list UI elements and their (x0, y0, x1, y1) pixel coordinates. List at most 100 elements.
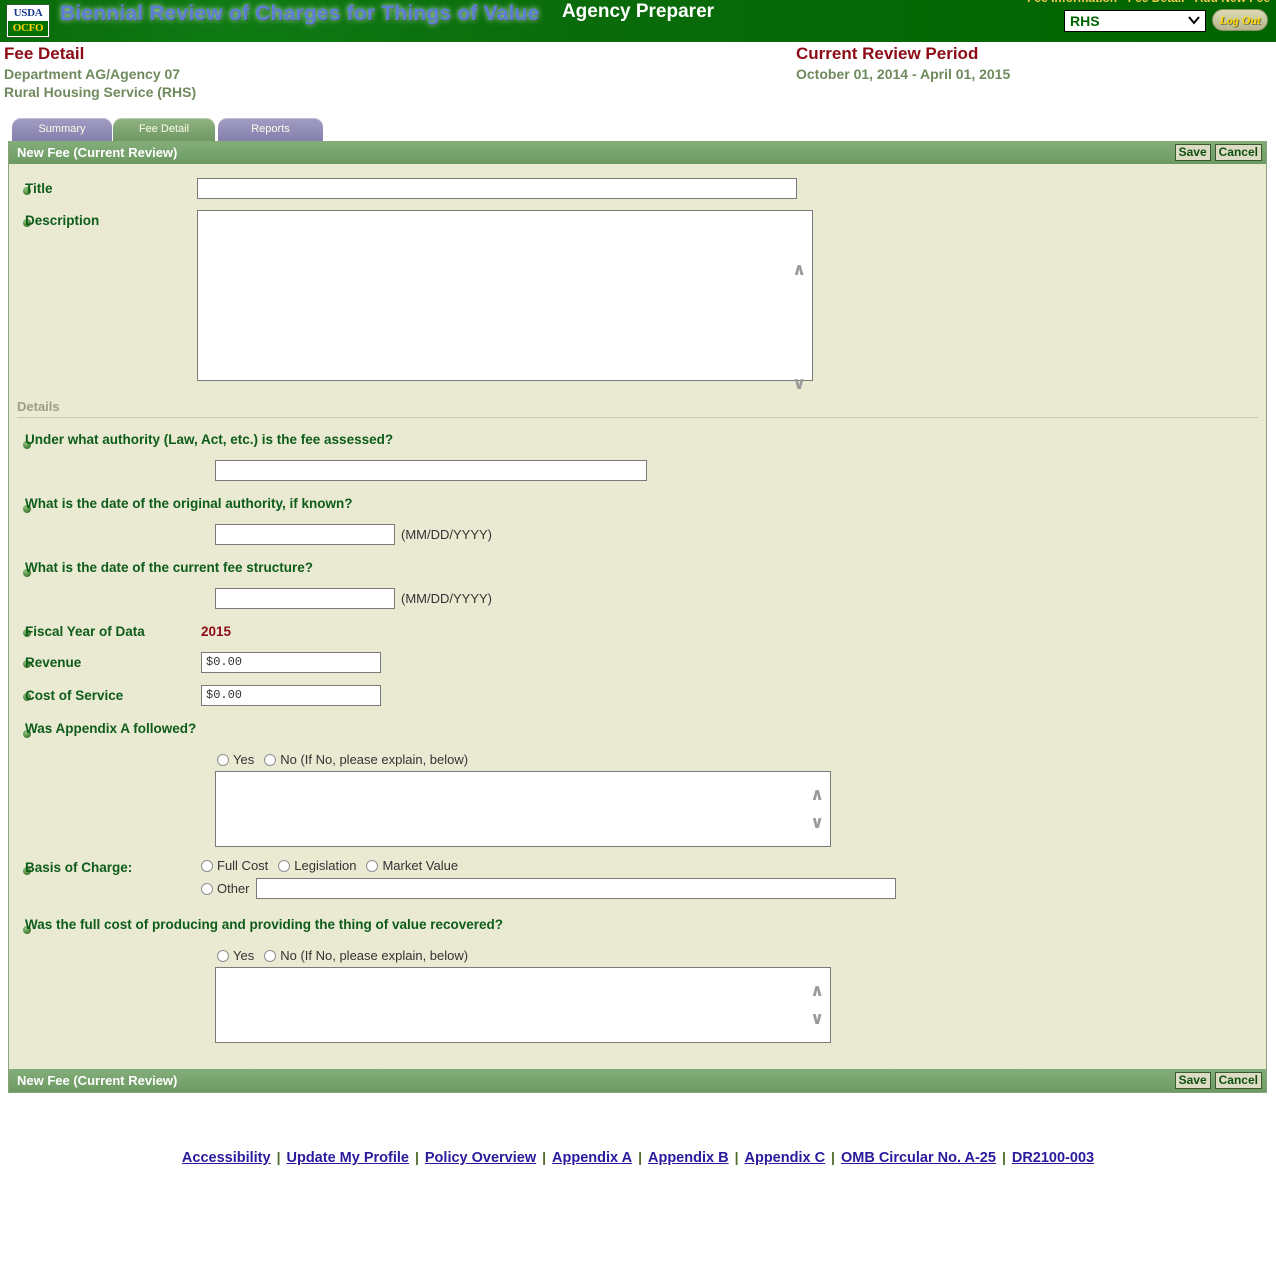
bullet-cell (9, 624, 31, 639)
appendix-a-yes-radio[interactable] (217, 754, 229, 766)
tab-fee-detail[interactable]: Fee Detail (113, 118, 215, 141)
field-row-authority: Under what authority (Law, Act, etc.) is… (9, 432, 1266, 451)
current-date-input[interactable] (215, 588, 395, 609)
page-subtitle-agency: Rural Housing Service (RHS) (4, 84, 197, 100)
field-row-appendix-a: Was Appendix A followed? (9, 721, 1266, 740)
panel-footer-actions: Save Cancel (1174, 1072, 1262, 1089)
basis-other-radio[interactable] (201, 882, 213, 895)
footer-link-omb-circular[interactable]: OMB Circular No. A-25 (841, 1150, 996, 1166)
panel-title: New Fee (Current Review) (17, 145, 178, 160)
cost-of-service-label: Cost of Service (25, 688, 124, 703)
bullet-cell (9, 721, 31, 740)
current-date-input-wrap: (MM/DD/YYYY) (215, 588, 1266, 609)
panel-footer-bar: New Fee (Current Review) Save Cancel (9, 1069, 1266, 1092)
field-row-fiscal-year: Fiscal Year of Data 2015 (9, 624, 1266, 639)
cost-of-service-input[interactable]: $0.00 (201, 685, 381, 706)
revenue-input[interactable]: $0.00 (201, 652, 381, 673)
bullet-cell (9, 917, 31, 936)
footer-separator: | (734, 1149, 739, 1165)
chevron-down-icon (1188, 14, 1200, 27)
basis-other-label: Other (217, 881, 250, 896)
tab-summary[interactable]: Summary (12, 118, 112, 141)
page-subtitle-department: Department AG/Agency 07 (4, 66, 181, 82)
basis-full-cost-radio[interactable] (201, 860, 213, 872)
basis-full-cost-label: Full Cost (217, 858, 269, 873)
appendix-a-no-label: No (If No, please explain, below) (280, 752, 469, 767)
breadcrumb-clipped: Fee Information - Fee Detail - Add New F… (1027, 0, 1270, 5)
panel-body: Title Description ∧ ∨ Details Under what… (9, 164, 1266, 1069)
title-input-wrap (197, 178, 797, 199)
footer-separator: | (1001, 1149, 1006, 1165)
scroll-down-icon: ∨ (792, 374, 806, 394)
footer-link-appendix-c[interactable]: Appendix C (744, 1150, 825, 1166)
appendix-a-yes-label: Yes (233, 752, 255, 767)
appendix-a-label: Was Appendix A followed? (25, 721, 197, 736)
page-title-area: Fee Detail Department AG/Agency 07 Rural… (0, 42, 1276, 118)
original-date-format-hint: (MM/DD/YYYY) (401, 527, 492, 542)
footer-link-policy-overview[interactable]: Policy Overview (425, 1150, 536, 1166)
save-button-bottom[interactable]: Save (1174, 1072, 1211, 1089)
title-label: Title (25, 181, 53, 196)
cancel-button-bottom[interactable]: Cancel (1214, 1072, 1262, 1089)
original-date-input[interactable] (215, 524, 395, 545)
appendix-a-no-radio[interactable] (264, 754, 277, 766)
page-title-block: Fee Detail Department AG/Agency 07 Rural… (4, 44, 196, 101)
current-date-format-hint: (MM/DD/YYYY) (401, 591, 492, 606)
agency-select[interactable]: RHS (1064, 10, 1206, 32)
authority-input[interactable] (215, 460, 647, 481)
footer-separator: | (638, 1149, 642, 1165)
basis-market-value-label: Market Value (382, 858, 459, 873)
review-period-value: October 01, 2014 - April 01, 2015 (796, 66, 1011, 82)
cancel-button-top[interactable]: Cancel (1214, 144, 1262, 161)
scroll-down-icon: ∨ (810, 813, 824, 833)
field-row-revenue: Revenue $0.00 (9, 652, 1266, 673)
footer-links: Accessibility | Update My Profile | Policy O… (0, 1149, 1276, 1166)
footer-separator: | (542, 1149, 547, 1165)
bullet-cell (9, 496, 31, 515)
appendix-a-explain-textarea[interactable]: ∧ ∨ (215, 771, 831, 847)
basis-options-row-1: Full Cost Legislation Market Value (201, 858, 896, 873)
full-cost-yes-radio[interactable] (217, 950, 229, 962)
basis-legislation-radio[interactable] (278, 860, 291, 872)
field-row-title: Title (9, 178, 1266, 199)
usda-logo-text: USDA (8, 6, 48, 21)
full-cost-explain-textarea[interactable]: ∧ ∨ (215, 967, 831, 1043)
title-input[interactable] (197, 178, 797, 199)
authority-input-wrap (215, 460, 1266, 481)
bullet-cell (9, 178, 31, 197)
tab-reports[interactable]: Reports (218, 118, 323, 141)
field-row-cost-of-service: Cost of Service $0.00 (9, 685, 1266, 706)
footer-separator: | (831, 1149, 835, 1165)
usda-ocfo-logo: USDA OCFO (6, 4, 50, 38)
footer-link-accessibility[interactable]: Accessibility (182, 1150, 271, 1166)
revenue-label: Revenue (25, 655, 82, 670)
app-banner: USDA OCFO Biennial Review of Charges for… (0, 0, 1276, 42)
full-cost-yes-label: Yes (233, 948, 255, 963)
footer-link-dr2100-003[interactable]: DR2100-003 (1012, 1150, 1094, 1166)
details-section-heading: Details (17, 399, 60, 414)
appendix-a-options: Yes No (If No, please explain, below) (217, 752, 1266, 767)
footer-link-appendix-a[interactable]: Appendix A (552, 1150, 632, 1166)
footer-link-appendix-b[interactable]: Appendix B (648, 1150, 729, 1166)
ocfo-logo-text: OCFO (8, 21, 48, 36)
fiscal-year-value: 2015 (201, 624, 232, 639)
footer-link-update-my-profile[interactable]: Update My Profile (287, 1150, 409, 1166)
fiscal-year-label: Fiscal Year of Data (25, 624, 145, 639)
save-button-top[interactable]: Save (1174, 144, 1211, 161)
full-cost-no-radio[interactable] (264, 950, 277, 962)
app-title: Biennial Review of Charges for Things of… (60, 2, 540, 25)
description-textarea[interactable]: ∧ ∨ (197, 210, 813, 393)
basis-market-value-radio[interactable] (366, 860, 379, 872)
current-date-label: What is the date of the current fee stru… (25, 560, 314, 575)
review-period-block: Current Review Period October 01, 2014 -… (796, 44, 1010, 83)
bullet-cell (9, 858, 31, 877)
basis-other-input[interactable] (255, 878, 896, 899)
footer-separator: | (276, 1149, 281, 1165)
page-title: Fee Detail (4, 44, 85, 63)
full-cost-no-label: No (If No, please explain, below) (280, 948, 469, 963)
logout-button[interactable]: Log Out (1212, 9, 1268, 31)
basis-of-charge-label: Basis of Charge: (25, 860, 133, 875)
original-date-label: What is the date of the original authori… (25, 496, 353, 511)
bullet-cell (9, 688, 31, 703)
